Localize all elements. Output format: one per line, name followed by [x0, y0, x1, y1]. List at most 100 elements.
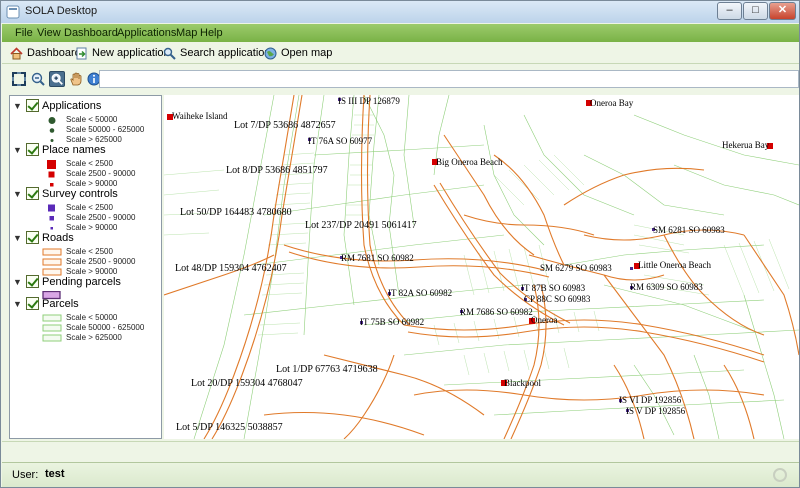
layer-header[interactable]: ▼ Survey controls — [10, 187, 160, 201]
layer-header[interactable]: ▼ Roads — [10, 231, 160, 245]
new-application-button[interactable]: New application — [75, 45, 170, 61]
map-label-parcel[interactable]: Lot 5/DP 146325 5038857 — [176, 422, 283, 433]
legend-item: Scale < 2500 — [42, 159, 161, 169]
zoom-extent-icon[interactable] — [11, 71, 27, 87]
map-toolbar — [2, 65, 799, 93]
map-label-survey[interactable]: SM 6281 SO 60983 — [653, 225, 725, 235]
legend-symbol-icon — [42, 248, 62, 256]
legend-item: Scale < 50000 — [42, 313, 161, 323]
menu-help[interactable]: Help — [200, 27, 223, 39]
menu-view[interactable]: View — [37, 27, 61, 39]
parcel-labels: Lot 7/DP 53686 4872657 Lot 8/DP 53686 48… — [175, 120, 417, 433]
layer-name: Pending parcels — [42, 276, 121, 288]
menu-applications[interactable]: Applications — [117, 27, 176, 39]
dashboard-button[interactable]: Dashboard — [10, 45, 81, 61]
map-label-place[interactable]: Big Oneroa Beach — [436, 157, 503, 167]
lower-panel — [2, 441, 799, 461]
layer-header[interactable]: ▼ Place names — [10, 143, 160, 157]
search-applications-button[interactable]: Search applications — [163, 45, 276, 61]
layer-header[interactable]: ▼ Applications — [10, 99, 160, 113]
map-label-survey[interactable]: IT 75B SO 60982 — [360, 317, 424, 327]
minimize-button[interactable]: – — [717, 2, 742, 20]
map-label-survey[interactable]: IT 76A SO 60977 — [308, 136, 373, 146]
map-svg[interactable]: Waiheke Island Oneroa Bay Big Oneroa Bea… — [164, 95, 799, 439]
new-application-icon — [76, 47, 87, 59]
user-name: test — [45, 468, 65, 480]
menu-file[interactable]: File — [15, 27, 33, 39]
layer-visibility-checkbox[interactable] — [26, 275, 39, 288]
zoom-in-icon[interactable] — [49, 71, 65, 87]
maximize-button[interactable]: □ — [743, 2, 768, 20]
new-application-label: New application — [92, 47, 170, 59]
parcel-hatching — [164, 114, 790, 376]
legend-item: Scale 2500 - 90000 — [42, 257, 161, 267]
expand-arrow-icon[interactable]: ▼ — [13, 233, 22, 243]
layer-name: Applications — [42, 100, 102, 112]
layer-visibility-checkbox[interactable] — [26, 297, 39, 310]
map-label-parcel[interactable]: Lot 1/DP 67763 4719638 — [276, 364, 378, 375]
map-label-survey[interactable]: IT 82A SO 60982 — [388, 288, 452, 298]
layer-name: Parcels — [42, 298, 79, 310]
map-label-place[interactable]: Hekerua Bay — [722, 140, 770, 150]
expand-arrow-icon[interactable]: ▼ — [13, 299, 22, 309]
map-label-survey[interactable]: IS V DP 192856 — [626, 406, 686, 416]
place-name-markers — [167, 100, 773, 386]
layer-header[interactable]: ▼ Pending parcels — [10, 275, 160, 289]
map-label-place[interactable]: Blackpool — [504, 378, 541, 388]
map-label-parcel[interactable]: Lot 8/DP 53686 4851797 — [226, 165, 328, 176]
map-label-survey[interactable]: CP 88C SO 60983 — [524, 294, 591, 304]
map-label-place[interactable]: Little Oneroa Beach — [638, 260, 711, 270]
map-label-place[interactable]: Oneroa Bay — [590, 98, 634, 108]
layer-visibility-checkbox[interactable] — [26, 231, 39, 244]
map-label-place[interactable]: Oneroa — [531, 315, 558, 325]
pan-hand-icon[interactable] — [68, 71, 84, 87]
map-label-parcel[interactable]: Lot 50/DP 164483 4780680 — [180, 207, 292, 218]
map-label-survey[interactable]: IT 87B SO 60983 — [521, 283, 586, 293]
map-label-parcel[interactable]: Lot 237/DP 20491 5061417 — [305, 220, 417, 231]
map-canvas[interactable]: Waiheke Island Oneroa Bay Big Oneroa Bea… — [164, 95, 799, 439]
home-icon — [10, 46, 23, 59]
dashboard-label: Dashboard — [27, 47, 81, 59]
close-button[interactable]: ✕ — [769, 2, 796, 20]
map-label-survey[interactable]: RM 7686 SO 60982 — [460, 307, 533, 317]
expand-arrow-icon[interactable]: ▼ — [13, 189, 22, 199]
legend-item: Scale < 2500 — [42, 247, 161, 257]
open-map-button[interactable]: Open map — [264, 45, 332, 61]
map-label-survey[interactable]: SM 6279 SO 60983 — [540, 263, 612, 273]
map-label-survey[interactable]: IS III DP 126879 — [338, 96, 400, 106]
zoom-out-icon[interactable] — [30, 71, 46, 87]
map-label-parcel[interactable]: Lot 7/DP 53686 4872657 — [234, 120, 336, 131]
expand-arrow-icon[interactable]: ▼ — [13, 145, 22, 155]
map-label-survey[interactable]: RM 6309 SO 60983 — [630, 282, 703, 292]
layer-visibility-checkbox[interactable] — [26, 99, 39, 112]
layer-header[interactable]: ▼ Parcels — [10, 297, 160, 311]
expand-arrow-icon[interactable]: ▼ — [13, 277, 22, 287]
layer-visibility-checkbox[interactable] — [26, 143, 39, 156]
main-toolbar: Dashboard New application Search applica… — [2, 42, 799, 64]
legend-symbol-icon — [48, 117, 56, 124]
map-label-parcel[interactable]: Lot 20/DP 159304 4768047 — [191, 378, 303, 389]
globe-icon — [264, 47, 277, 59]
legend-item: Scale 2500 - 90000 — [42, 213, 161, 223]
legend-item: Scale 50000 - 625000 — [42, 125, 161, 135]
layer-name: Roads — [42, 232, 74, 244]
legend-symbol-icon — [49, 128, 55, 133]
busy-indicator-icon — [773, 468, 787, 482]
layer-name: Place names — [42, 144, 106, 156]
layer-visibility-checkbox[interactable] — [26, 187, 39, 200]
map-label-place[interactable]: Waiheke Island — [172, 111, 228, 121]
map-label-survey[interactable]: IS VI DP 192856 — [619, 395, 682, 405]
legend-item: Scale 50000 - 625000 — [42, 323, 161, 333]
map-label-survey[interactable]: RM 7681 SO 60982 — [341, 253, 414, 263]
layers-panel: ▼ Applications Scale < 50000 Scale 50000… — [9, 95, 162, 439]
layer-name: Survey controls — [42, 188, 118, 200]
legend-item: Scale 2500 - 90000 — [42, 169, 161, 179]
menu-dashboard[interactable]: Dashboard — [64, 27, 118, 39]
legend-item: Scale < 50000 — [42, 115, 161, 125]
title-bar[interactable]: SOLA Desktop – □ ✕ — [1, 1, 799, 23]
expand-arrow-icon[interactable]: ▼ — [13, 101, 22, 111]
map-label-parcel[interactable]: Lot 48/DP 159304 4762407 — [175, 263, 287, 274]
status-bar: User: test — [2, 462, 799, 487]
menu-bar: File View Dashboard Applications Map Hel… — [2, 24, 799, 42]
menu-map[interactable]: Map — [176, 27, 197, 39]
